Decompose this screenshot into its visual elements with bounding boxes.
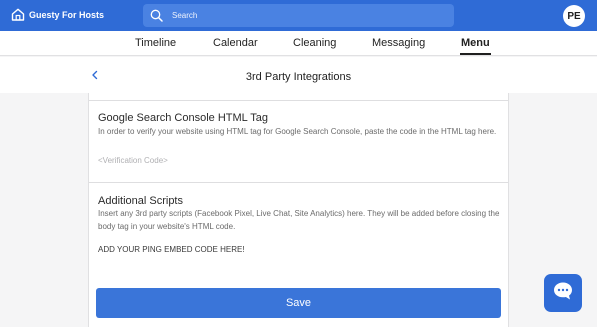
section-description: Insert any 3rd party scripts (Facebook P… <box>98 209 500 231</box>
divider <box>89 182 508 183</box>
additional-scripts-field[interactable]: ADD YOUR PING EMBED CODE HERE! <box>98 245 245 254</box>
chat-button[interactable] <box>544 274 582 312</box>
divider <box>89 100 508 101</box>
section-title: Google Search Console HTML Tag <box>98 112 268 124</box>
search-input[interactable] <box>172 4 442 27</box>
section-title: Additional Scripts <box>98 195 183 207</box>
tab-timeline[interactable]: Timeline <box>135 37 176 49</box>
brand-logo[interactable]: Guesty For Hosts <box>11 8 104 21</box>
page-header: 3rd Party Integrations <box>0 57 597 93</box>
tab-menu[interactable]: Menu <box>460 37 491 55</box>
search-bar[interactable] <box>143 4 454 27</box>
tab-messaging[interactable]: Messaging <box>372 37 425 49</box>
brand-name: Guesty For Hosts <box>29 9 105 20</box>
page-title: 3rd Party Integrations <box>245 71 352 83</box>
tab-cleaning[interactable]: Cleaning <box>293 37 336 49</box>
main-nav: Timeline Calendar Cleaning Messaging Men… <box>0 31 597 56</box>
chat-bubble-icon <box>552 281 574 306</box>
save-button[interactable]: Save <box>96 288 501 318</box>
home-icon <box>11 8 25 21</box>
user-avatar[interactable]: PE <box>563 5 585 27</box>
section-description: In order to verify your website using HT… <box>98 127 497 136</box>
tab-calendar[interactable]: Calendar <box>213 37 258 49</box>
top-bar: Guesty For Hosts PE <box>0 0 597 31</box>
verification-code-field[interactable]: <Verification Code> <box>98 156 168 165</box>
